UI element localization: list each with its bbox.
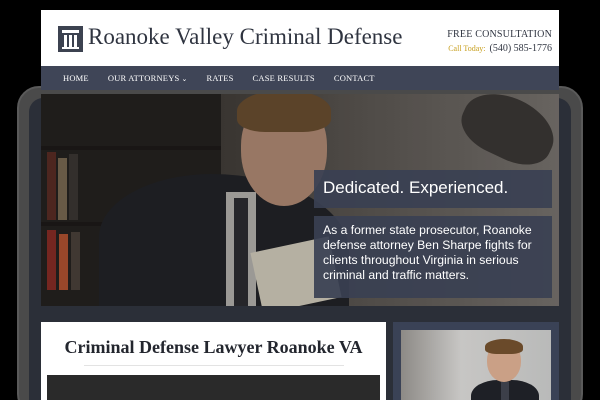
consultation-label: FREE CONSULTATION: [447, 29, 552, 40]
main-nav: HOME OUR ATTORNEYS ⌄ RATES CASE RESULTS C…: [41, 66, 559, 90]
page-title: Criminal Defense Lawyer Roanoke VA: [64, 337, 363, 357]
hero-text-box: As a former state prosecutor, Roanoke de…: [314, 216, 552, 298]
nav-our-attorneys-label: OUR ATTORNEYS: [107, 73, 180, 83]
divider: [84, 365, 344, 366]
chevron-down-icon: ⌄: [181, 75, 188, 83]
nav-our-attorneys[interactable]: OUR ATTORNEYS ⌄: [108, 73, 188, 83]
consultation-block: FREE CONSULTATION Call Today: (540) 585-…: [447, 29, 552, 55]
hero-banner: Dedicated. Experienced. As a former stat…: [41, 94, 559, 306]
hero-description: As a former state prosecutor, Roanoke de…: [323, 223, 532, 282]
nav-rates[interactable]: RATES: [207, 73, 234, 83]
call-today-label: Call Today:: [448, 44, 486, 53]
column-pillar-icon[interactable]: [58, 26, 83, 52]
site-title[interactable]: Roanoke Valley Criminal Defense: [88, 24, 402, 50]
site-header: Roanoke Valley Criminal Defense FREE CON…: [41, 10, 559, 66]
nav-case-results[interactable]: CASE RESULTS: [253, 73, 315, 83]
phone-link[interactable]: (540) 585-1776: [490, 43, 553, 54]
main-content-card: Criminal Defense Lawyer Roanoke VA: [41, 322, 386, 400]
nav-contact[interactable]: CONTACT: [334, 73, 375, 83]
hero-headline: Dedicated. Experienced.: [323, 178, 509, 197]
attorney-portrait[interactable]: [401, 330, 551, 400]
nav-home[interactable]: HOME: [63, 73, 89, 83]
hero-headline-box: Dedicated. Experienced.: [314, 170, 552, 208]
sidebar-card: [393, 322, 559, 400]
video-embed[interactable]: [47, 375, 380, 400]
